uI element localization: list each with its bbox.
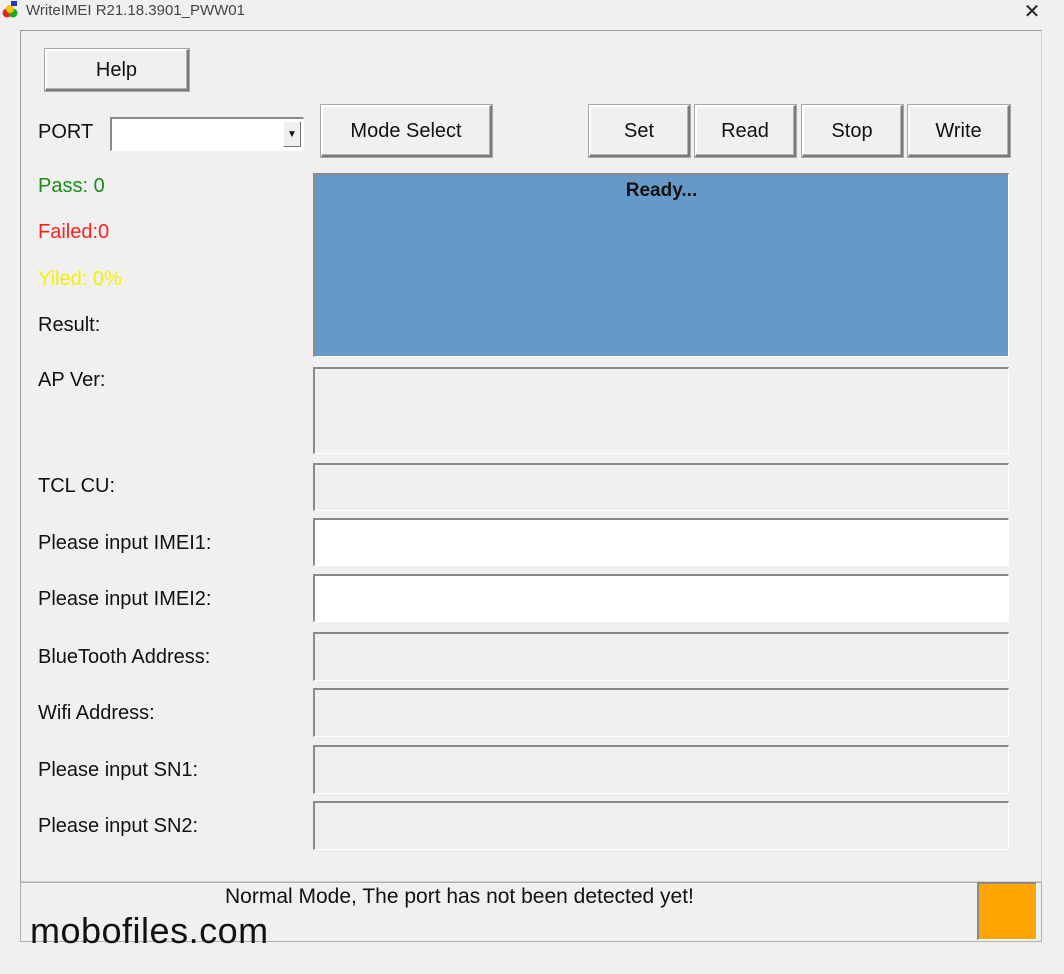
wifi-address-field	[313, 688, 1009, 737]
ap-ver-label: AP Ver:	[38, 369, 106, 391]
status-bar-message: Normal Mode, The port has not been detec…	[225, 885, 694, 908]
mode-select-button[interactable]: Mode Select	[320, 104, 493, 158]
tcl-cu-label: TCL CU:	[38, 475, 116, 497]
status-indicator	[977, 882, 1037, 940]
imei1-label: Please input IMEI1:	[38, 532, 212, 554]
stop-button[interactable]: Stop	[801, 104, 904, 158]
close-icon[interactable]: ✕	[1012, 0, 1052, 24]
sn2-label: Please input SN2:	[38, 815, 199, 837]
result-label: Result:	[38, 314, 101, 336]
sn2-field	[313, 801, 1009, 850]
bluetooth-address-field	[313, 632, 1009, 681]
write-button[interactable]: Write	[907, 104, 1011, 158]
help-button[interactable]: Help	[44, 48, 190, 92]
read-button[interactable]: Read	[694, 104, 797, 158]
watermark-text: mobofiles.com	[30, 910, 269, 951]
port-select[interactable]: ▼	[110, 117, 304, 151]
port-label: PORT	[38, 121, 94, 143]
result-status-panel: Ready...	[313, 173, 1009, 357]
chevron-down-icon[interactable]: ▼	[283, 121, 301, 147]
imei2-input[interactable]	[313, 574, 1009, 622]
sn1-field	[313, 745, 1009, 794]
yield-percent: Yiled: 0%	[38, 268, 122, 290]
set-button[interactable]: Set	[588, 104, 691, 158]
wifi-address-label: Wifi Address:	[38, 702, 155, 724]
pass-count: Pass: 0	[38, 175, 105, 197]
app-icon	[2, 1, 18, 19]
sn1-label: Please input SN1:	[38, 759, 199, 781]
failed-count: Failed:0	[38, 221, 110, 243]
ap-ver-field	[313, 367, 1009, 454]
tcl-cu-field	[313, 463, 1009, 511]
imei2-label: Please input IMEI2:	[38, 588, 212, 610]
window-title: WriteIMEI R21.18.3901_PWW01	[26, 2, 245, 19]
bluetooth-address-label: BlueTooth Address:	[38, 646, 211, 668]
status-text: Ready...	[625, 180, 698, 201]
imei1-input[interactable]	[313, 518, 1009, 566]
